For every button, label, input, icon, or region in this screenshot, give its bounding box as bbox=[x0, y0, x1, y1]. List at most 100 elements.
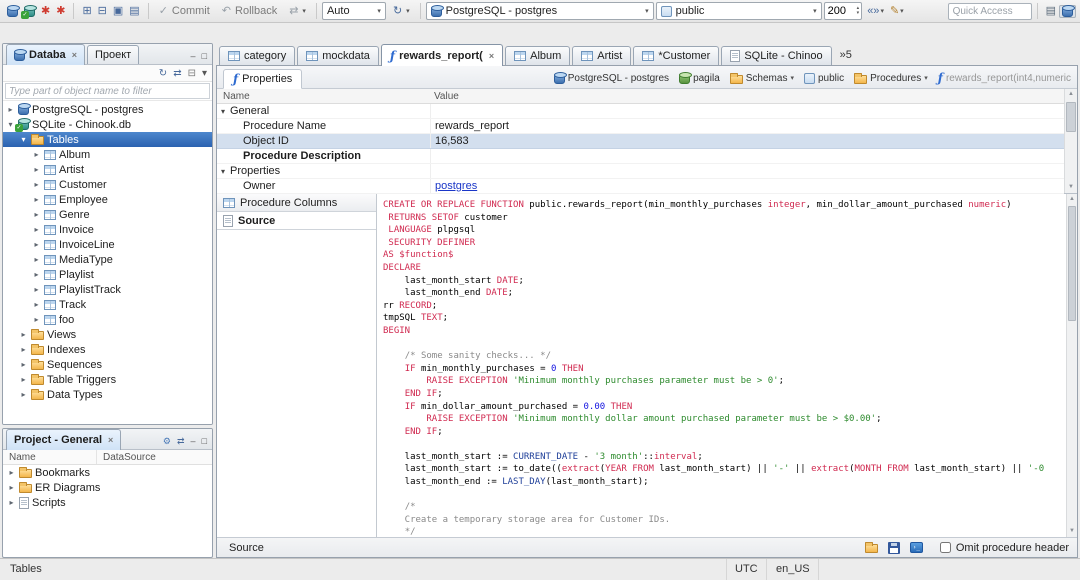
property-row-object-id[interactable]: Object ID 16,583 bbox=[217, 134, 1064, 149]
grid-scrollbar[interactable]: ▲ ▼ bbox=[1064, 89, 1077, 193]
tree-expander-icon[interactable]: ▸ bbox=[32, 255, 41, 264]
tree-item-indexes[interactable]: ▸ Indexes bbox=[3, 342, 212, 357]
tree-expander-icon[interactable]: ▸ bbox=[32, 300, 41, 309]
collapse-all-icon[interactable]: ⊟ bbox=[185, 66, 199, 81]
breadcrumb-item-rewards-report-int4-numeric[interactable]: ƒ rewards_report(int4,numeric bbox=[938, 72, 1071, 84]
link-with-editor-icon[interactable]: ⇄ bbox=[170, 66, 184, 81]
editor-tab-rewards-report[interactable]: ƒ rewards_report(× bbox=[380, 44, 504, 66]
editor-subtab-procedure-columns[interactable]: Procedure Columns bbox=[217, 194, 376, 212]
rollback-button[interactable]: ↶ Rollback bbox=[217, 3, 282, 20]
tree-item-postgresql-postgres[interactable]: ▸ PostgreSQL - postgres bbox=[3, 102, 212, 117]
tree-expander-icon[interactable]: ▸ bbox=[32, 150, 41, 159]
tree-expander-icon[interactable]: ▸ bbox=[19, 345, 28, 354]
sql-console-window-icon[interactable]: ⊞ bbox=[79, 4, 94, 19]
edit-value-icon[interactable]: ✎ ▾ bbox=[887, 4, 907, 19]
omit-procedure-header-option[interactable]: Omit procedure header bbox=[939, 542, 1069, 554]
property-group-properties[interactable]: ▾ Properties bbox=[217, 164, 1064, 179]
new-connection-icon[interactable] bbox=[4, 4, 21, 18]
scroll-up-icon[interactable]: ▲ bbox=[1067, 194, 1077, 205]
refresh-tree-icon[interactable]: ↻ bbox=[156, 66, 170, 81]
dbeaver-perspective-icon[interactable] bbox=[1059, 4, 1076, 18]
scroll-down-icon[interactable]: ▼ bbox=[1067, 526, 1077, 537]
property-row-owner[interactable]: Owner postgres bbox=[217, 179, 1064, 194]
fetch-size-input[interactable] bbox=[824, 5, 855, 17]
project-item-scripts[interactable]: ▸ Scripts bbox=[3, 495, 212, 510]
grid-column-name[interactable]: Name bbox=[217, 91, 430, 102]
maximize-panel-icon[interactable]: □ bbox=[199, 49, 210, 64]
project-item-bookmarks[interactable]: ▸ Bookmarks bbox=[3, 465, 212, 480]
tree-expander-icon[interactable]: ▸ bbox=[32, 240, 41, 249]
grid-column-value[interactable]: Value bbox=[430, 91, 1077, 102]
tree-expander-icon[interactable]: ▸ bbox=[7, 498, 16, 507]
editor-tab-album[interactable]: Album bbox=[505, 46, 571, 65]
tree-expander-icon[interactable]: ▾ bbox=[19, 135, 28, 144]
tree-item-mediatype[interactable]: ▸ MediaType bbox=[3, 252, 212, 267]
save-to-file-icon[interactable] bbox=[885, 541, 903, 555]
tree-expander-icon[interactable]: ▸ bbox=[32, 180, 41, 189]
minimize-panel-icon[interactable]: – bbox=[188, 49, 199, 64]
open-file-icon[interactable] bbox=[862, 541, 881, 554]
commit-button[interactable]: ✓ Commit bbox=[154, 3, 215, 20]
tree-expander-icon[interactable]: ▸ bbox=[32, 285, 41, 294]
tree-item-sequences[interactable]: ▸ Sequences bbox=[3, 357, 212, 372]
property-value-link[interactable]: postgres bbox=[435, 180, 477, 192]
tree-item-sqlite-chinook-db[interactable]: ▾ SQLite - Chinook.db bbox=[3, 117, 212, 132]
navigator-tab-проект[interactable]: Проект bbox=[86, 45, 140, 64]
spinner-arrows-icon[interactable]: ▴ ▾ bbox=[855, 6, 862, 16]
minimize-project-icon[interactable]: – bbox=[188, 434, 199, 449]
tree-item-artist[interactable]: ▸ Artist bbox=[3, 162, 212, 177]
open-perspective-icon[interactable]: ▤ bbox=[1043, 4, 1059, 19]
source-editor[interactable]: CREATE OR REPLACE FUNCTION public.reward… bbox=[377, 194, 1077, 537]
sql-templates-icon[interactable]: «» ▾ bbox=[864, 4, 887, 19]
tree-item-invoice[interactable]: ▸ Invoice bbox=[3, 222, 212, 237]
tree-item-playlisttrack[interactable]: ▸ PlaylistTrack bbox=[3, 282, 212, 297]
output-window-icon[interactable]: ⊟ bbox=[95, 4, 110, 19]
tree-item-album[interactable]: ▸ Album bbox=[3, 147, 212, 162]
maximize-project-icon[interactable]: □ bbox=[199, 434, 210, 449]
editor-subtab-source[interactable]: Source bbox=[217, 212, 376, 230]
tree-item-customer[interactable]: ▸ Customer bbox=[3, 177, 212, 192]
column-header-datasource[interactable]: DataSource bbox=[97, 452, 156, 463]
refresh-button[interactable]: ↻ ▾ bbox=[388, 3, 415, 20]
project-tab-project-general[interactable]: Project - General × bbox=[6, 429, 122, 450]
connect-database-icon[interactable] bbox=[21, 4, 38, 19]
breadcrumb-item-pagila[interactable]: pagila bbox=[679, 72, 720, 84]
status-locale[interactable]: en_US bbox=[768, 559, 819, 580]
tree-item-track[interactable]: ▸ Track bbox=[3, 297, 212, 312]
breadcrumb-item-schemas[interactable]: Schemas ▾ bbox=[729, 72, 794, 84]
quick-access-input[interactable] bbox=[947, 2, 1032, 20]
tree-item-employee[interactable]: ▸ Employee bbox=[3, 192, 212, 207]
tab-overflow-button[interactable]: »5 bbox=[840, 49, 852, 61]
editor-tab-mockdata[interactable]: mockdata bbox=[297, 46, 379, 65]
property-row-procedure-description[interactable]: Procedure Description bbox=[217, 149, 1064, 164]
source-code[interactable]: CREATE OR REPLACE FUNCTION public.reward… bbox=[377, 194, 1066, 537]
close-tab-icon[interactable]: × bbox=[489, 51, 494, 61]
editor-tab-customer[interactable]: *Customer bbox=[633, 46, 720, 65]
tree-expander-icon[interactable]: ▸ bbox=[32, 195, 41, 204]
breadcrumb-item-procedures[interactable]: Procedures ▾ bbox=[854, 72, 928, 84]
transaction-mode-button[interactable]: ⇄ ▾ bbox=[284, 3, 311, 20]
tree-expander-icon[interactable]: ▸ bbox=[32, 270, 41, 279]
project-settings-icon[interactable]: ⚙ bbox=[160, 434, 174, 449]
status-timezone[interactable]: UTC bbox=[726, 559, 767, 580]
open-in-sql-editor-icon[interactable] bbox=[907, 541, 926, 554]
editor-tab-sqlite-chinoo[interactable]: SQLite - Chinoo bbox=[721, 46, 832, 65]
breadcrumb-item-postgresql-postgres[interactable]: PostgreSQL - postgres bbox=[553, 72, 669, 84]
link-project-icon[interactable]: ⇄ bbox=[174, 434, 188, 449]
tree-expander-icon[interactable]: ▸ bbox=[32, 225, 41, 234]
source-scrollbar[interactable]: ▲ ▼ bbox=[1066, 194, 1077, 537]
tree-expander-icon[interactable]: ▸ bbox=[32, 210, 41, 219]
tree-expander-icon[interactable]: ▸ bbox=[6, 105, 15, 114]
view-menu-icon[interactable]: ▾ bbox=[199, 66, 210, 81]
tree-expander-icon[interactable]: ▸ bbox=[7, 468, 16, 477]
tab-properties[interactable]: ƒ Properties bbox=[223, 69, 303, 89]
project-item-er-diagrams[interactable]: ▸ ER Diagrams bbox=[3, 480, 212, 495]
tree-expander-icon[interactable]: ▸ bbox=[32, 315, 41, 324]
tree-item-data-types[interactable]: ▸ Data Types bbox=[3, 387, 212, 402]
tree-item-table-triggers[interactable]: ▸ Table Triggers bbox=[3, 372, 212, 387]
recent-sql-editor-icon[interactable]: ✱ bbox=[53, 4, 68, 19]
tree-item-playlist[interactable]: ▸ Playlist bbox=[3, 267, 212, 282]
new-sql-editor-icon[interactable]: ✱ bbox=[38, 4, 53, 19]
close-tab-icon[interactable]: × bbox=[108, 435, 113, 445]
tree-expander-icon[interactable]: ▸ bbox=[19, 330, 28, 339]
